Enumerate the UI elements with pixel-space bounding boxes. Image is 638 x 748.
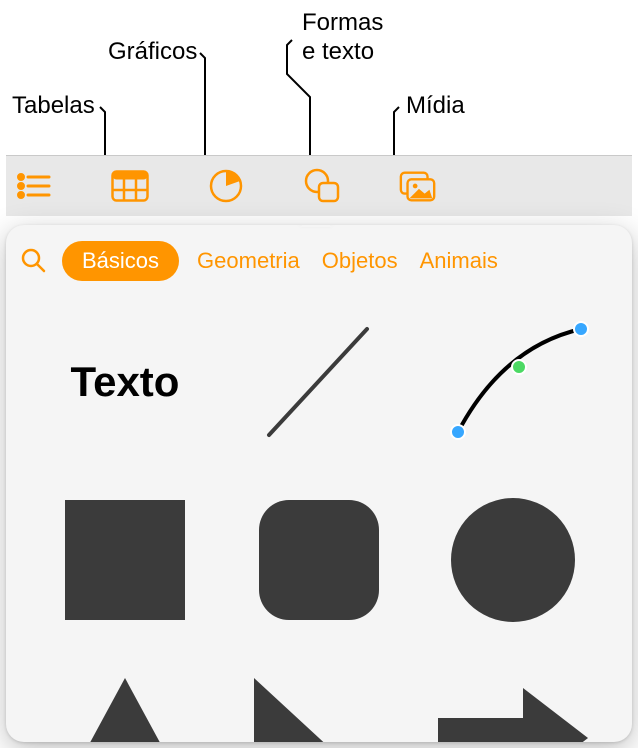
shape-text[interactable]: Texto (30, 307, 220, 457)
search-button[interactable] (20, 247, 48, 275)
callout-charts: Gráficos (108, 38, 197, 67)
tab-geometry[interactable]: Geometria (193, 241, 304, 281)
charts-button[interactable] (206, 166, 246, 206)
shape-line[interactable] (224, 307, 414, 457)
shape-curve[interactable] (418, 307, 608, 457)
shape-arrow[interactable] (418, 663, 608, 742)
curve-icon (433, 317, 593, 447)
shape-triangle[interactable] (30, 663, 220, 742)
line-icon (249, 317, 389, 447)
shapes-category-tabs: Básicos Geometria Objetos Animais (6, 225, 632, 295)
tab-basic[interactable]: Básicos (62, 241, 179, 281)
shapes-grid: Texto (6, 295, 632, 742)
tab-objects[interactable]: Objetos (318, 241, 402, 281)
arrow-right-icon (433, 673, 593, 742)
callout-tables: Tabelas (12, 92, 95, 121)
shape-circle[interactable] (418, 485, 608, 635)
shapes-button[interactable] (302, 166, 342, 206)
square-icon (60, 495, 190, 625)
photos-icon (398, 169, 438, 203)
tab-animals[interactable]: Animais (416, 241, 502, 281)
rounded-square-icon (254, 495, 384, 625)
table-icon (111, 170, 149, 202)
search-icon (20, 247, 46, 273)
tables-button[interactable] (110, 166, 150, 206)
callout-shapes-text: Formas e texto (302, 9, 383, 67)
right-triangle-icon (249, 673, 389, 742)
list-button[interactable] (14, 166, 54, 206)
list-icon (17, 172, 51, 200)
shape-rounded-square[interactable] (224, 485, 414, 635)
shape-right-triangle[interactable] (224, 663, 414, 742)
triangle-icon (55, 673, 195, 742)
insert-toolbar (6, 155, 632, 216)
media-button[interactable] (398, 166, 438, 206)
shapes-popover: Básicos Geometria Objetos Animais Texto (6, 225, 632, 742)
circle-icon (448, 495, 578, 625)
callout-media: Mídia (406, 92, 465, 121)
text-shape-label: Texto (71, 358, 180, 406)
shape-square[interactable] (30, 485, 220, 635)
shapes-icon (303, 168, 341, 204)
pie-chart-icon (208, 168, 244, 204)
